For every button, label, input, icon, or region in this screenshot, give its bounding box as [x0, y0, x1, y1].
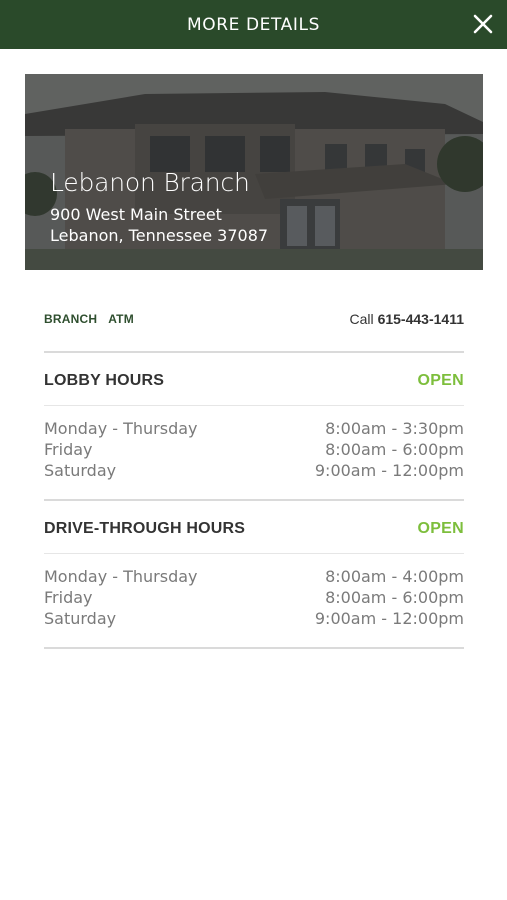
tab-atm[interactable]: ATM: [108, 312, 134, 326]
top-bar: MORE DETAILS: [0, 0, 507, 49]
hours-time: 9:00am - 12:00pm: [314, 461, 464, 480]
divider: [44, 499, 464, 501]
lobby-hours-header: LOBBY HOURS OPEN: [44, 372, 464, 390]
divider: [44, 647, 464, 649]
call-label: Call: [349, 311, 374, 327]
drive-through-hours-header: DRIVE-THROUGH HOURS OPEN: [44, 520, 464, 538]
branch-name: Lebanon Branch: [50, 168, 250, 197]
hours-time: 8:00am - 6:00pm: [325, 588, 464, 607]
hours-row: Friday 8:00am - 6:00pm: [44, 587, 464, 608]
lobby-hours-list: Monday - Thursday 8:00am - 3:30pm Friday…: [44, 418, 464, 481]
branch-address-line2: Lebanon, Tennessee 37087: [50, 226, 269, 245]
call-phone-number: 615-443-1411: [377, 311, 464, 327]
hours-row: Friday 8:00am - 6:00pm: [44, 439, 464, 460]
branch-hero: Lebanon Branch 900 West Main Street Leba…: [25, 74, 483, 270]
tab-branch[interactable]: BRANCH: [44, 312, 97, 326]
hours-row: Saturday 9:00am - 12:00pm: [44, 460, 464, 481]
divider: [44, 553, 464, 554]
page-title: MORE DETAILS: [186, 14, 320, 35]
hours-time: 8:00am - 4:00pm: [325, 567, 464, 586]
close-button[interactable]: [471, 12, 495, 36]
hours-time: 8:00am - 3:30pm: [325, 419, 464, 438]
hours-day: Saturday: [44, 461, 117, 480]
branch-address-line1: 900 West Main Street: [50, 205, 222, 224]
hours-day: Monday - Thursday: [44, 567, 198, 586]
hours-time: 8:00am - 6:00pm: [325, 440, 464, 459]
hours-day: Monday - Thursday: [44, 419, 198, 438]
hours-day: Saturday: [44, 609, 117, 628]
close-icon: [473, 14, 493, 34]
lobby-status-badge: OPEN: [417, 372, 464, 389]
lobby-hours-title: LOBBY HOURS: [44, 372, 165, 389]
divider: [44, 405, 464, 406]
divider: [44, 351, 464, 353]
branch-tabs-row: BRANCH ATM Call 615-443-1411: [44, 310, 464, 328]
hours-day: Friday: [44, 440, 93, 459]
drive-through-status-badge: OPEN: [417, 520, 464, 537]
call-link[interactable]: Call 615-443-1411: [349, 311, 464, 327]
hours-time: 9:00am - 12:00pm: [314, 609, 464, 628]
hours-row: Monday - Thursday 8:00am - 3:30pm: [44, 418, 464, 439]
hours-day: Friday: [44, 588, 93, 607]
hours-row: Monday - Thursday 8:00am - 4:00pm: [44, 566, 464, 587]
drive-through-hours-title: DRIVE-THROUGH HOURS: [44, 520, 246, 537]
drive-through-hours-list: Monday - Thursday 8:00am - 4:00pm Friday…: [44, 566, 464, 629]
hours-row: Saturday 9:00am - 12:00pm: [44, 608, 464, 629]
